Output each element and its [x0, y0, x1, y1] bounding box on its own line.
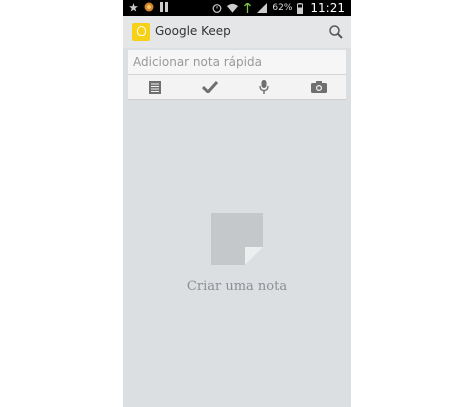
keep-logo-icon[interactable]	[132, 23, 150, 41]
clock: 11:21	[310, 1, 345, 15]
signal-icon	[257, 3, 268, 13]
empty-state-text[interactable]: Criar uma nota	[123, 279, 351, 294]
wifi-icon	[227, 3, 239, 13]
quick-note-field[interactable]	[128, 50, 346, 75]
battery-percent: 62%	[272, 3, 293, 13]
search-icon[interactable]	[327, 23, 345, 41]
app-notification-icon	[144, 2, 154, 12]
new-text-note-button[interactable]	[128, 75, 183, 99]
action-bar: Google Keep	[123, 16, 351, 48]
pause-icon	[160, 2, 168, 12]
checkmark-icon	[201, 81, 218, 93]
battery-icon	[297, 2, 304, 14]
new-checklist-button[interactable]	[183, 75, 238, 99]
empty-state: Criar uma nota	[123, 213, 351, 294]
new-voice-note-button[interactable]	[237, 75, 292, 99]
note-type-toolbar	[128, 75, 346, 100]
camera-icon	[310, 81, 327, 93]
quick-note-input[interactable]	[133, 53, 339, 71]
list-note-icon	[149, 80, 162, 94]
sync-icon	[244, 3, 252, 13]
microphone-icon	[259, 80, 269, 94]
star-icon	[129, 2, 138, 12]
phone-screen: 62% 11:21 Google Keep Adicionar nota ráp…	[123, 0, 351, 407]
new-photo-note-button[interactable]	[292, 75, 347, 99]
note-icon	[211, 213, 263, 265]
status-bar: 62% 11:21	[123, 0, 351, 16]
app-title: Google Keep	[155, 24, 231, 38]
alarm-icon	[212, 4, 222, 13]
